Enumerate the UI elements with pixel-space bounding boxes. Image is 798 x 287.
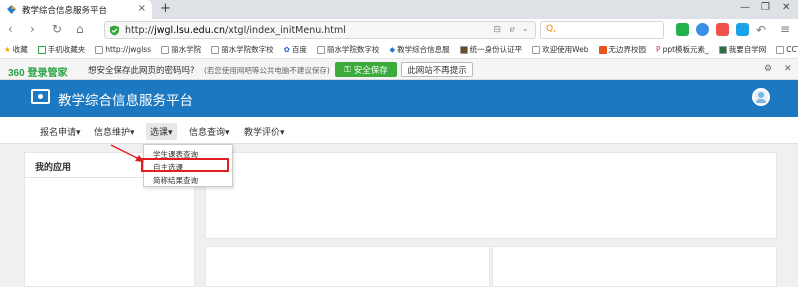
gear-icon[interactable]: ⚙ [764, 64, 772, 74]
search-icon: Q, [546, 24, 556, 34]
bookmark-item[interactable]: 丽水学院数字校 [316, 44, 379, 55]
guard-extension-icon[interactable] [676, 23, 689, 36]
tab-close-icon[interactable]: × [138, 3, 146, 14]
password-save-question: 想安全保存此网页的密码吗? [88, 66, 195, 76]
tools-extension-icon[interactable] [736, 23, 749, 36]
highlight-box [141, 158, 229, 172]
chevron-down-icon[interactable]: ⌄ [521, 24, 529, 34]
platform-logo-icon [31, 89, 50, 104]
campus-icon [598, 45, 607, 54]
site-header: 教学综合信息服务平台 [0, 80, 798, 117]
reload-icon[interactable]: ↻ [52, 22, 62, 36]
bookmark-item[interactable]: 我要自学网 [718, 44, 766, 55]
search-box[interactable]: Q, [540, 21, 664, 39]
page-icon [316, 45, 325, 54]
page-icon [211, 45, 220, 54]
menu-teaching-evaluation[interactable]: 教学评价▾ [244, 125, 285, 138]
home-icon[interactable]: ⌂ [76, 22, 84, 36]
page-icon [161, 45, 170, 54]
bookmark-favorites[interactable]: ★ 收藏 [4, 44, 28, 55]
menu-icon[interactable]: ≡ [780, 22, 790, 36]
key-icon: ⚿ [344, 64, 351, 75]
site-favicon-icon [7, 5, 16, 14]
bookmark-item[interactable]: 欢迎使用Web [532, 44, 589, 55]
reader-icon[interactable]: ⊟ [493, 25, 501, 35]
page-icon [532, 45, 541, 54]
content-panel-bottom-right [492, 246, 777, 287]
user-avatar[interactable] [752, 88, 770, 106]
password-save-bar: 360 登录管家 想安全保存此网页的密码吗? (若您使用网吧等公共电脑不建议保存… [0, 59, 798, 80]
browser-tab[interactable]: 教学综合信息服务平台 × [0, 0, 152, 19]
brand-360-logo: 360 登录管家 [8, 68, 68, 79]
menu-info-query[interactable]: 信息查询▾ [189, 125, 230, 138]
never-ask-button[interactable]: 此网站不再提示 [401, 62, 473, 77]
site-favicon-icon: ◆ [389, 45, 396, 54]
page-icon [776, 45, 785, 54]
password-save-hint: (若您使用网吧等公共电脑不建议保存) [204, 66, 330, 75]
browser-nav-row: ‹ › ↻ ⌂ http://jwgl.lsu.edu.cn/xtgl/inde… [0, 19, 798, 41]
minimize-window-icon[interactable]: — [740, 2, 750, 13]
forward-icon[interactable]: › [30, 22, 35, 36]
dropdown-item-result-query[interactable]: 简称结果查询 [153, 175, 198, 186]
chat-extension-icon[interactable] [696, 23, 709, 36]
url-text: http://jwgl.lsu.edu.cn/xtgl/index_initMe… [125, 24, 346, 36]
bookmark-item[interactable]: 手机收藏夹 [37, 44, 85, 55]
my-apps-title: 我的应用 [35, 163, 72, 173]
image-icon [459, 45, 468, 54]
bookmark-item[interactable]: ◆ 教学综合信息服 [389, 44, 449, 55]
ppt-icon: P [656, 45, 661, 54]
shield-icon [110, 25, 119, 35]
safe-save-button[interactable]: ⚿ 安全保存 [335, 62, 397, 77]
bookmark-item[interactable]: 无边界校园 [598, 44, 646, 55]
new-tab-button[interactable]: + [160, 1, 171, 16]
address-bar[interactable]: http://jwgl.lsu.edu.cn/xtgl/index_initMe… [104, 21, 536, 39]
bookmark-item[interactable]: 统一身份认证平 [459, 44, 522, 55]
game-extension-icon[interactable] [716, 23, 729, 36]
browser-tab-title: 教学综合信息服务平台 [22, 5, 108, 16]
compat-mode-icon[interactable]: ℯ [510, 25, 515, 35]
study-icon [718, 45, 727, 54]
menu-info-maintenance[interactable]: 信息维护▾ [94, 125, 135, 138]
menu-course-selection[interactable]: 选课▾ [146, 123, 177, 140]
content-panel-bottom-left [205, 246, 490, 287]
back-icon[interactable]: ‹ [8, 22, 13, 36]
undo-icon[interactable]: ↶ [756, 23, 766, 37]
content-panel-top [205, 152, 777, 239]
menu-registration[interactable]: 报名申请▾ [40, 125, 81, 138]
mobile-icon [37, 45, 46, 54]
bookmark-item[interactable]: Pppt模板元素_ [656, 44, 709, 55]
bookmarks-bar: ★ 收藏 手机收藏夹 http://jwglss 丽水学院 丽水学院数字校 ✿ 百度… [0, 41, 798, 59]
restore-window-icon[interactable]: ❐ [761, 2, 770, 13]
page-icon [95, 45, 104, 54]
baidu-icon: ✿ [283, 45, 290, 54]
site-title: 教学综合信息服务平台 [58, 93, 193, 109]
browser-tab-bar: 教学综合信息服务平台 × + — ❐ ✕ [0, 0, 798, 19]
bookmark-item[interactable]: 丽水学院 [161, 44, 201, 55]
bookmark-item[interactable]: http://jwglss [95, 45, 151, 54]
close-window-icon[interactable]: ✕ [782, 2, 790, 13]
close-icon[interactable]: ✕ [784, 64, 792, 74]
star-icon: ★ [4, 45, 11, 54]
bookmark-item[interactable]: 丽水学院数字校 [211, 44, 274, 55]
bookmark-item[interactable]: CCTV1直播 CC [776, 44, 798, 55]
bookmark-item[interactable]: ✿ 百度 [284, 44, 307, 55]
red-arrow-annotation [110, 144, 144, 162]
main-menu-bar: 报名申请▾ 信息维护▾ 选课▾ 信息查询▾ 教学评价▾ [0, 117, 798, 144]
